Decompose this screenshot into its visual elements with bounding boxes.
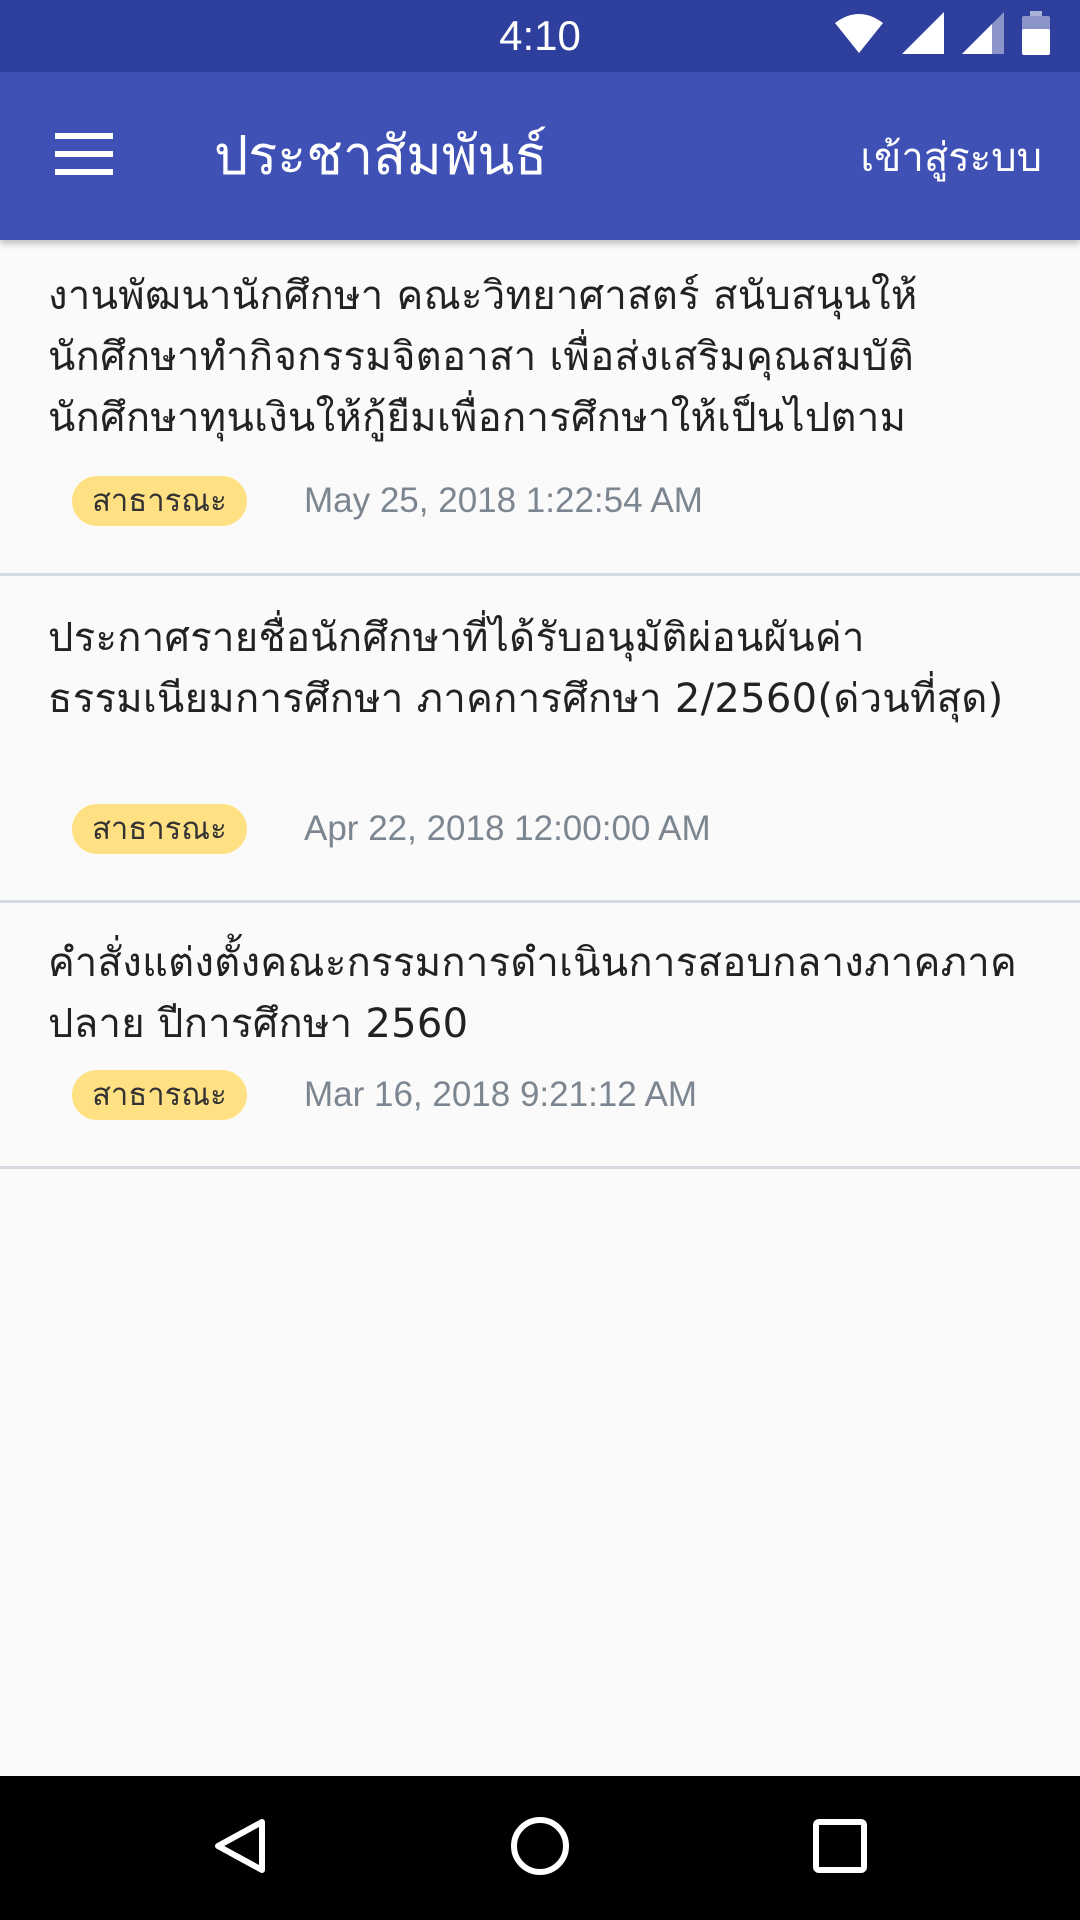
back-button[interactable] [200,1808,280,1888]
news-list: งานพัฒนานักศึกษา คณะวิทยาศาสตร์ สนับสนุน… [0,240,1080,1169]
news-title: งานพัฒนานักศึกษา คณะวิทยาศาสตร์ สนับสนุน… [48,273,918,441]
news-title: คำสั่งแต่งตั้งคณะกรรมการดำเนินการสอบกลาง… [48,940,1018,1047]
news-title: ประกาศรายชื่อนักศึกษาที่ได้รับอนุมัติผ่อ… [48,615,1004,722]
screen: 4:10 ประชาสัมพันธ์ เข้าสู่ระบบ งานพัฒนาน… [0,0,1080,1920]
back-icon [210,1816,270,1880]
page-title: ประชาสัมพันธ์ [214,124,548,187]
menu-icon [55,133,113,179]
recents-icon [812,1818,868,1878]
app-bar: ประชาสัมพันธ์ เข้าสู่ระบบ [0,72,1080,240]
home-button[interactable] [500,1808,580,1888]
cell-signal-icon [962,12,1004,58]
menu-button[interactable] [40,116,128,196]
news-item[interactable]: คำสั่งแต่งตั้งคณะกรรมการดำเนินการสอบกลาง… [0,903,1080,1169]
status-badge: สาธารณะ [72,804,247,854]
news-item[interactable]: งานพัฒนานักศึกษา คณะวิทยาศาสตร์ สนับสนุน… [0,240,1080,576]
cell-signal-icon [902,12,944,58]
news-date: May 25, 2018 1:22:54 AM [304,481,703,520]
status-icons [834,11,1050,59]
status-bar: 4:10 [0,0,1080,72]
wifi-icon [834,13,884,57]
news-date: Mar 16, 2018 9:21:12 AM [304,1075,698,1114]
battery-icon [1022,11,1050,59]
news-item[interactable]: ประกาศรายชื่อนักศึกษาที่ได้รับอนุมัติผ่อ… [0,576,1080,903]
login-button[interactable]: เข้าสู่ระบบ [860,130,1042,186]
status-badge: สาธารณะ [72,1070,247,1120]
news-date: Apr 22, 2018 12:00:00 AM [304,809,711,848]
nav-bar [0,1776,1080,1920]
recents-button[interactable] [800,1808,880,1888]
home-icon [509,1815,571,1881]
status-badge: สาธารณะ [72,476,247,526]
